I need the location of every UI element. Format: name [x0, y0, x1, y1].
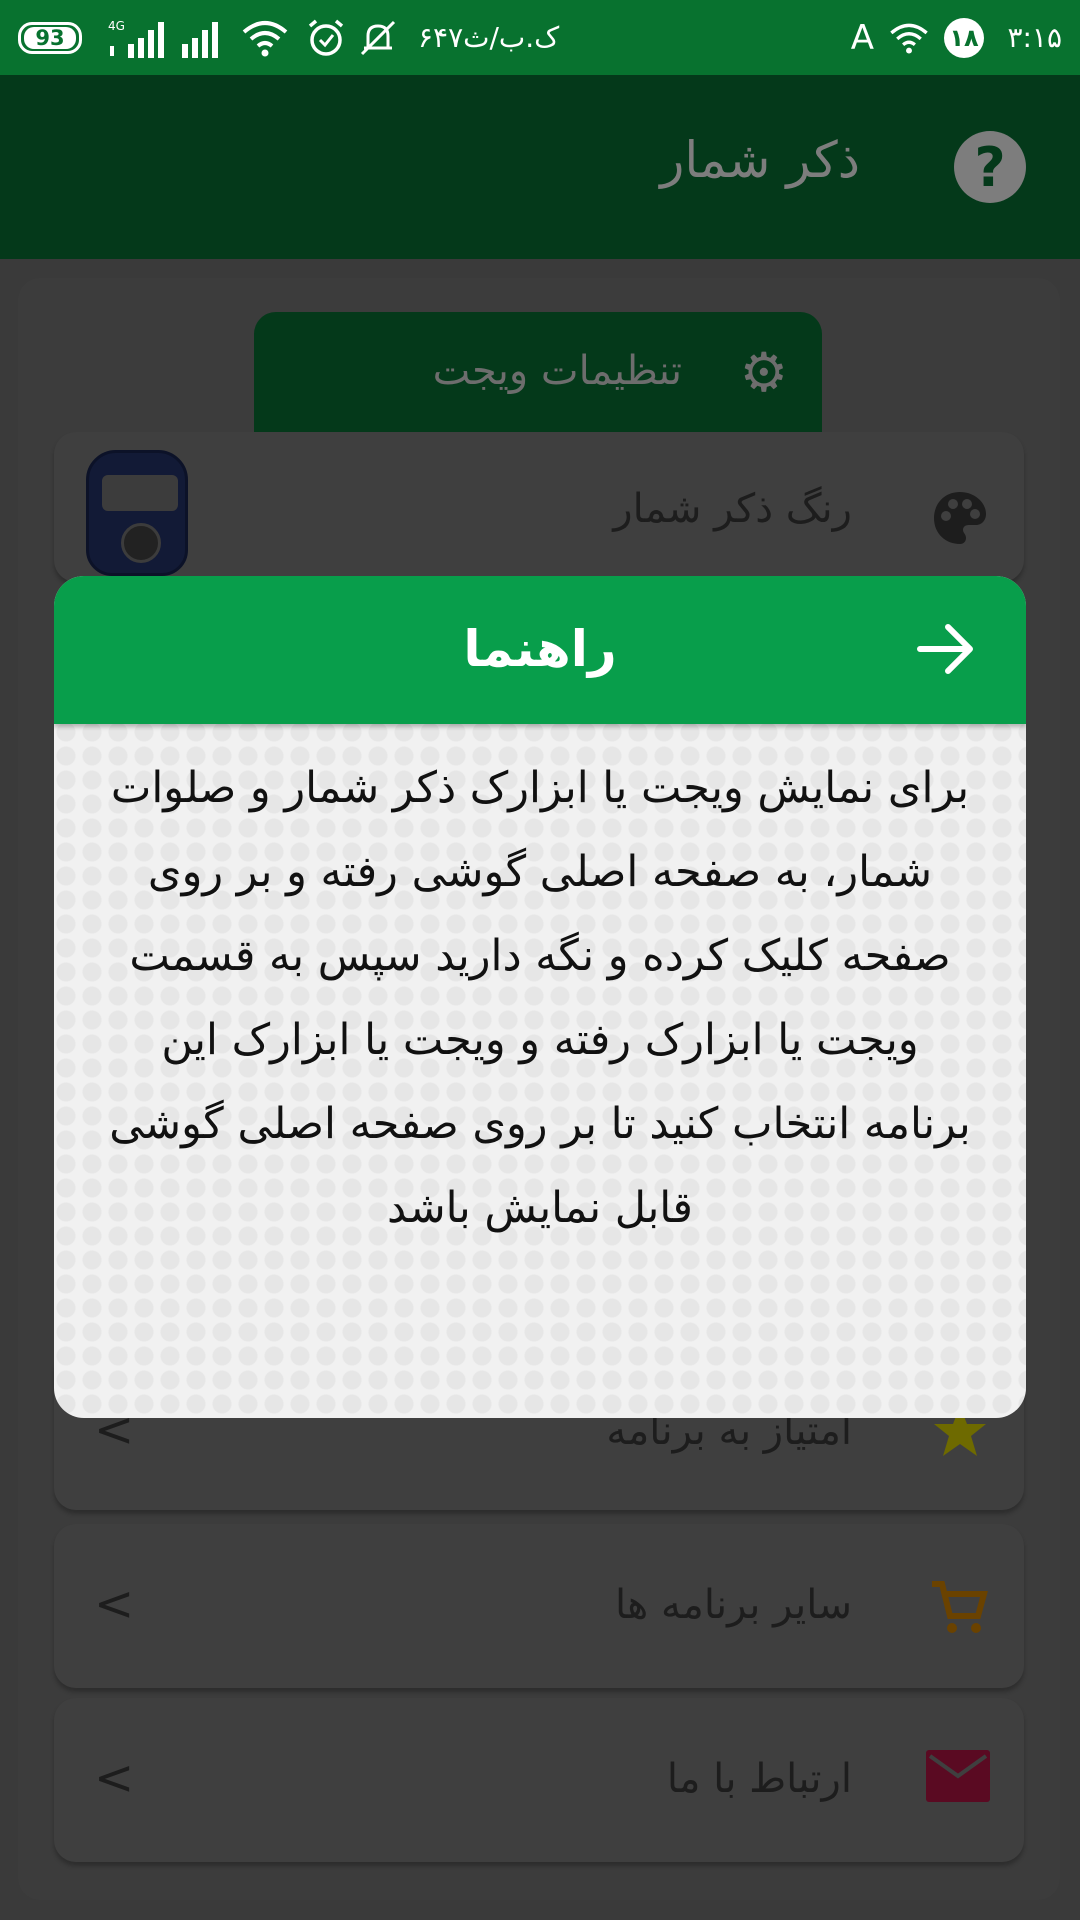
contact-us-label: ارتباط با ما [666, 1756, 852, 1802]
signal-icon-2 [182, 0, 226, 75]
battery-level: 93 [24, 26, 76, 50]
counter-color-label: رنگ ذکر شمار [613, 486, 852, 532]
other-apps-card[interactable]: سایر برنامه ها < [54, 1524, 1024, 1688]
wifi-icon-2 [888, 0, 930, 75]
widget-settings-label: تنظیمات ویجت [432, 348, 682, 394]
help-icon[interactable]: ? [954, 131, 1026, 203]
signal-icon: 4G [106, 0, 170, 75]
help-dialog: راهنما برای نمایش ویجت یا ابزارک ذکر شما… [54, 576, 1026, 1418]
dialog-header: راهنما [54, 576, 1026, 724]
counter-device-image[interactable] [86, 450, 188, 576]
counter-color-card[interactable]: رنگ ذکر شمار [54, 432, 1024, 582]
font-indicator: A [850, 17, 874, 58]
cart-icon [928, 1576, 990, 1642]
carrier-label: ۶۴۷ک.ب/ث [418, 21, 560, 54]
mute-icon [358, 0, 398, 75]
app-title: ذکر شمار [660, 131, 860, 189]
alarm-icon [306, 0, 346, 75]
palette-icon [930, 488, 990, 552]
network-type: 4G [108, 19, 125, 33]
notification-badge: ۱۸ [944, 0, 984, 75]
chevron-left-icon: < [94, 1576, 135, 1632]
chevron-left-icon: < [94, 1750, 135, 1806]
arrow-forward-icon[interactable] [908, 612, 982, 686]
dialog-message: برای نمایش ویجت یا ابزارک ذکر شمار و صلو… [109, 763, 971, 1233]
wifi-icon [240, 0, 290, 75]
dialog-title: راهنما [463, 620, 617, 678]
other-apps-label: سایر برنامه ها [614, 1582, 852, 1628]
gear-icon: ⚙ [739, 341, 788, 404]
contact-us-card[interactable]: ارتباط با ما < [54, 1698, 1024, 1862]
app-bar: ذکر شمار ? [0, 75, 1080, 259]
status-bar: 93 4G ۶۴۷ک.ب/ث A ۱۸ ۳:۱۵ [0, 0, 1080, 75]
mail-icon [926, 1750, 990, 1806]
battery-icon: 93 [18, 0, 82, 75]
widget-settings-tab[interactable]: تنظیمات ویجت ⚙ [254, 312, 822, 432]
clock: ۳:۱۵ [1007, 21, 1062, 54]
